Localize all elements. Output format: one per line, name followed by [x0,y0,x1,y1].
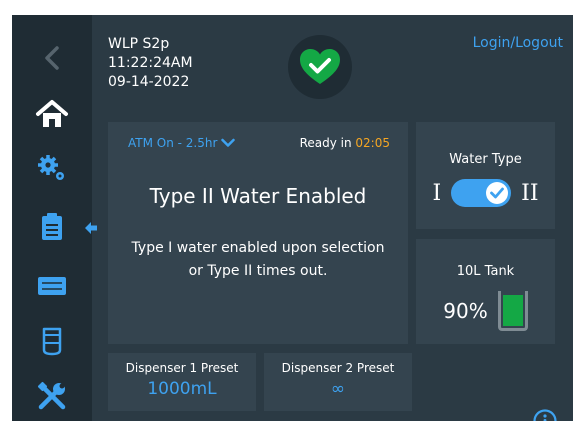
type-i-label: I [432,180,442,206]
tank-fill [502,294,523,326]
current-time: 11:22:24AM [108,55,193,71]
info-button[interactable] [533,409,557,421]
tank-percent: 90% [443,299,488,323]
dispenser-2-preset[interactable]: Dispenser 2 Preset ∞ [264,353,412,411]
tank-gauge-icon [497,291,528,331]
water-status-message: Type I water enabled upon selection or T… [128,237,388,283]
sidebar [12,15,97,421]
atm-label: ATM On - 2.5hr [128,136,218,150]
collapse-button[interactable] [78,215,104,241]
cartridge-icon [38,277,66,295]
ready-label: Ready in [299,136,352,150]
type-ii-label: II [521,180,539,206]
settings-gears-icon [38,155,64,180]
ready-status: Ready in 02:05 [300,136,390,150]
tank-level-row: 90% [416,291,555,331]
message-line-1: Type I water enabled upon selection [131,240,385,256]
tank-title: 10L Tank [456,264,515,279]
dispenser-1-preset[interactable]: Dispenser 1 Preset 1000mL [108,353,256,411]
atm-dropdown[interactable]: ATM On - 2.5hr [128,136,236,150]
check-icon [490,187,505,199]
sidebar-item-cylinder[interactable] [12,316,92,366]
water-type-toggle[interactable] [451,179,512,207]
heart-check-icon [300,49,340,84]
water-type-title: Water Type [449,152,522,167]
back-button[interactable] [12,33,92,83]
system-status [288,35,352,99]
sidebar-item-tools[interactable] [12,371,92,421]
cylinder-icon [42,327,62,356]
sidebar-item-cartridge[interactable] [12,261,92,311]
sidebar-item-home[interactable] [12,89,92,139]
current-date: 09-14-2022 [108,74,190,90]
water-type-card: Water Type I II [416,122,555,229]
message-line-2: or Type II times out. [188,263,328,279]
app-frame: WLP S2p 11:22:24AM 09-14-2022 Login/Logo… [12,15,573,421]
device-info: WLP S2p 11:22:24AM 09-14-2022 [108,35,193,92]
dispenser-2-label: Dispenser 2 Preset [281,361,395,375]
toggle-knob [486,182,509,204]
clipboard-icon [42,213,62,240]
dispenser-2-value: ∞ [330,379,346,399]
info-icon [533,409,557,421]
water-status-title: Type II Water Enabled [149,184,367,208]
login-logout-link[interactable]: Login/Logout [473,35,563,51]
home-icon [36,100,68,127]
arrow-left-icon [85,222,97,234]
back-chevron-icon [45,46,59,70]
chevron-down-icon [221,138,236,147]
water-type-selector: I II [416,179,555,207]
dispenser-1-label: Dispenser 1 Preset [125,361,239,375]
dispenser-1-value: 1000mL [147,379,217,399]
sidebar-item-settings[interactable] [12,143,92,193]
device-name: WLP S2p [108,36,170,52]
tools-icon [37,381,66,410]
tank-card: 10L Tank 90% [416,239,555,344]
water-status-card: ATM On - 2.5hr Ready in 02:05 Type II Wa… [108,122,408,344]
ready-time: 02:05 [355,136,390,150]
